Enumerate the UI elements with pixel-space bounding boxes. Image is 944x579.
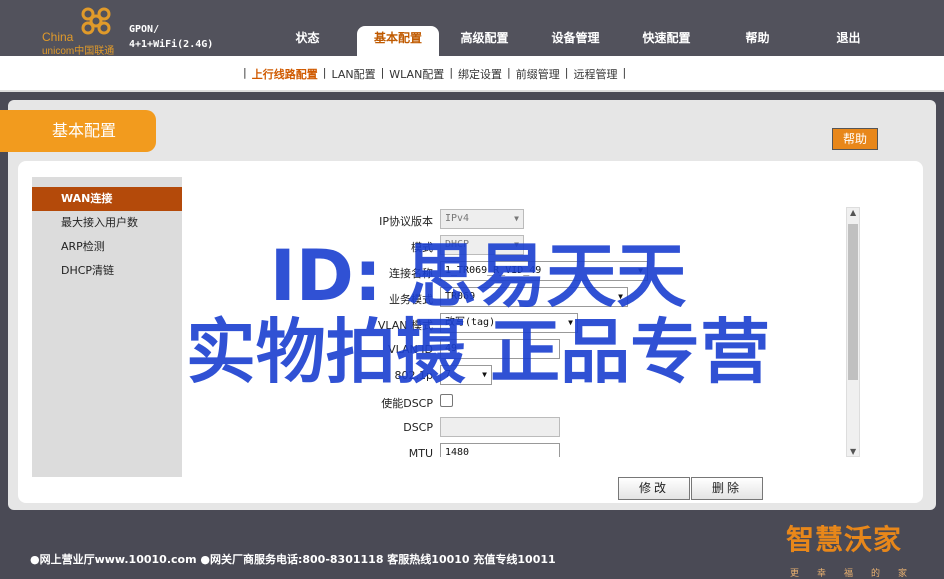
row-mtu: MTU 1480	[198, 443, 698, 457]
section-title: 基本配置	[0, 110, 156, 152]
watermark-line-2: 实物拍摄 正品专营	[185, 311, 771, 393]
sub-nav-separator: |	[449, 66, 454, 79]
unicom-knot-icon	[81, 7, 111, 35]
subnav-lan-config[interactable]: LAN配置	[331, 66, 375, 82]
sub-nav-bar: | 上行线路配置 | LAN配置 | WLAN配置 | 绑定设置 | 前缀管理 …	[0, 56, 944, 92]
sub-nav-separator: |	[622, 66, 627, 79]
product-model: GPON/ 4+1+WiFi(2.4G)	[129, 22, 213, 52]
mtu-input[interactable]: 1480	[440, 443, 560, 457]
scroll-up-icon[interactable]: ▲	[850, 208, 856, 217]
sub-nav-separator: |	[564, 66, 569, 79]
nav-basic-config[interactable]: 基本配置	[357, 26, 439, 56]
product-line-1: GPON/	[129, 24, 160, 35]
top-bar: China unicom中国联通 GPON/ 4+1+WiFi(2.4G) 状态…	[0, 0, 944, 57]
subnav-remote-management[interactable]: 远程管理	[573, 66, 617, 82]
sub-nav-separator: |	[322, 66, 327, 79]
sub-nav-separator: |	[243, 66, 247, 79]
nav-advanced-config[interactable]: 高级配置	[439, 26, 530, 56]
enable-dscp-label: 使能DSCP	[381, 397, 433, 410]
logo-text-unicom: unicom中国联通	[42, 46, 115, 57]
menu-wan-connection[interactable]: WAN连接	[32, 187, 182, 211]
help-button[interactable]: 帮助	[832, 128, 878, 150]
dscp-label: DSCP	[403, 421, 433, 434]
scroll-down-icon[interactable]: ▼	[850, 447, 856, 456]
subnav-prefix-management[interactable]: 前缀管理	[516, 66, 560, 82]
main-nav: 状态 基本配置 高级配置 设备管理 快速配置 帮助 退出	[262, 26, 894, 56]
delete-button[interactable]: 删除	[691, 477, 763, 500]
smart-wojia-logo: 智慧沃家 更幸福的家	[786, 518, 926, 579]
sub-nav-separator: |	[507, 66, 511, 79]
china-unicom-logo: China unicom中国联通	[40, 6, 120, 57]
modify-button[interactable]: 修改	[618, 477, 690, 500]
dscp-input[interactable]	[440, 417, 560, 437]
sub-nav: | 上行线路配置 | LAN配置 | WLAN配置 | 绑定设置 | 前缀管理 …	[238, 66, 631, 82]
nav-logout[interactable]: 退出	[803, 26, 894, 56]
nav-help[interactable]: 帮助	[712, 26, 803, 56]
product-line-2: 4+1+WiFi(2.4G)	[129, 39, 214, 50]
nav-quick-config[interactable]: 快速配置	[621, 26, 712, 56]
subnav-binding-settings[interactable]: 绑定设置	[458, 66, 502, 82]
sub-nav-separator: |	[380, 66, 385, 79]
nav-device-management[interactable]: 设备管理	[530, 26, 621, 56]
brand-title: 智慧沃家	[786, 523, 903, 556]
row-dscp: DSCP	[198, 417, 698, 439]
scroll-thumb[interactable]	[848, 224, 858, 380]
mtu-label: MTU	[408, 447, 433, 457]
subnav-wlan-config[interactable]: WLAN配置	[389, 66, 444, 82]
nav-status[interactable]: 状态	[262, 26, 353, 56]
footer-contact-info: ●网上营业厅www.10010.com ●网关厂商服务电话:800-830111…	[30, 553, 556, 566]
subnav-uplink-config[interactable]: 上行线路配置	[252, 66, 318, 82]
form-scrollbar[interactable]: ▲ ▼	[846, 207, 860, 457]
brand-slogan: 更幸福的家	[790, 569, 926, 579]
